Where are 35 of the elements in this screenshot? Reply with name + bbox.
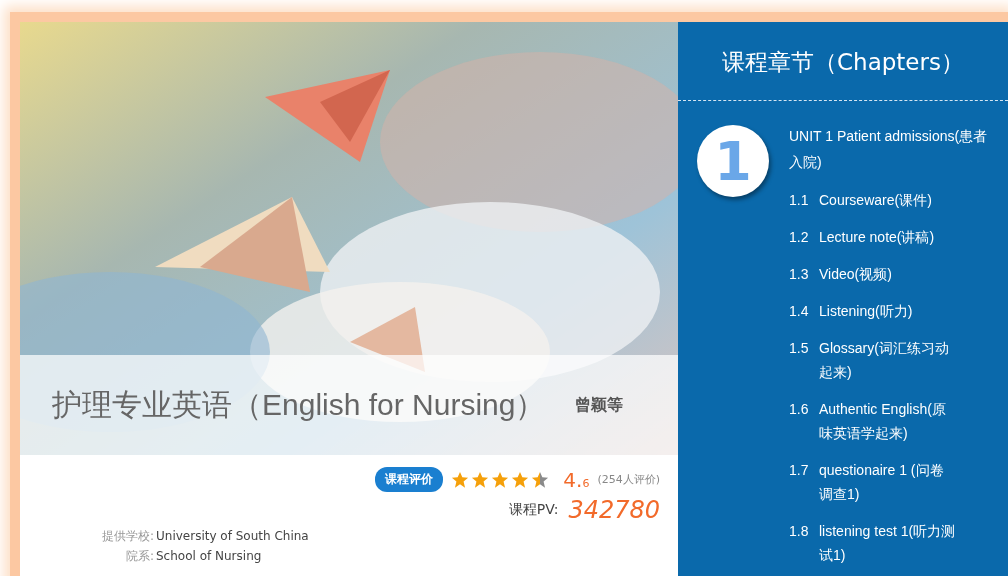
rating-count: (254人评价) xyxy=(597,472,660,487)
pv-label: 课程PV: xyxy=(508,501,559,519)
chapter-link[interactable]: questionaire 1 (问卷调查1) xyxy=(819,458,957,506)
rating-score: 4.6 xyxy=(563,467,590,492)
course-title: 护理专业英语（English for Nursing） xyxy=(52,386,546,423)
pv-value: 342780 xyxy=(568,496,660,524)
chapter-link[interactable]: Video(视频) xyxy=(819,262,957,286)
chapter-number: 1.6 xyxy=(789,400,810,419)
chapter-link[interactable]: Courseware(课件) xyxy=(819,188,957,212)
star-icon xyxy=(471,470,490,489)
info-label: 院系: xyxy=(124,548,155,564)
chapter-number: 1.3 xyxy=(789,265,810,284)
chapter-number: 1.8 xyxy=(789,522,810,541)
chapter-link[interactable]: Authentic English(原味英语学起来) xyxy=(819,397,957,445)
info-label: 提供学校: xyxy=(100,528,155,544)
chapters-title: 课程章节（Chapters） xyxy=(678,22,1008,101)
info-value: School of Nursing xyxy=(156,548,262,564)
chapter-number: 1.1 xyxy=(789,191,810,210)
chapter-number: 1.2 xyxy=(789,228,810,247)
info-value: University of South China xyxy=(156,528,309,544)
course-authors: 曾颖等 xyxy=(575,394,624,416)
unit-number: 1 xyxy=(697,125,769,197)
rating-badge[interactable]: 课程评价 xyxy=(375,467,444,492)
star-icon xyxy=(531,470,550,489)
chapter-number: 1.7 xyxy=(789,461,810,480)
chapter-link[interactable]: listening test 1(听力测试1) xyxy=(819,519,957,567)
chapter-link[interactable]: Lecture note(讲稿) xyxy=(819,225,957,249)
chapter-link[interactable]: Listening(听力) xyxy=(819,299,957,323)
unit-title[interactable]: UNIT 1 Patient admissions(患者入院) xyxy=(789,123,1001,175)
chapter-link[interactable]: Glossary(词汇练习动起来) xyxy=(819,336,957,384)
chapter-number: 1.5 xyxy=(789,339,810,358)
star-icon xyxy=(511,470,530,489)
star-icon xyxy=(451,470,470,489)
star-icon xyxy=(491,470,510,489)
chapter-number: 1.4 xyxy=(789,302,810,321)
